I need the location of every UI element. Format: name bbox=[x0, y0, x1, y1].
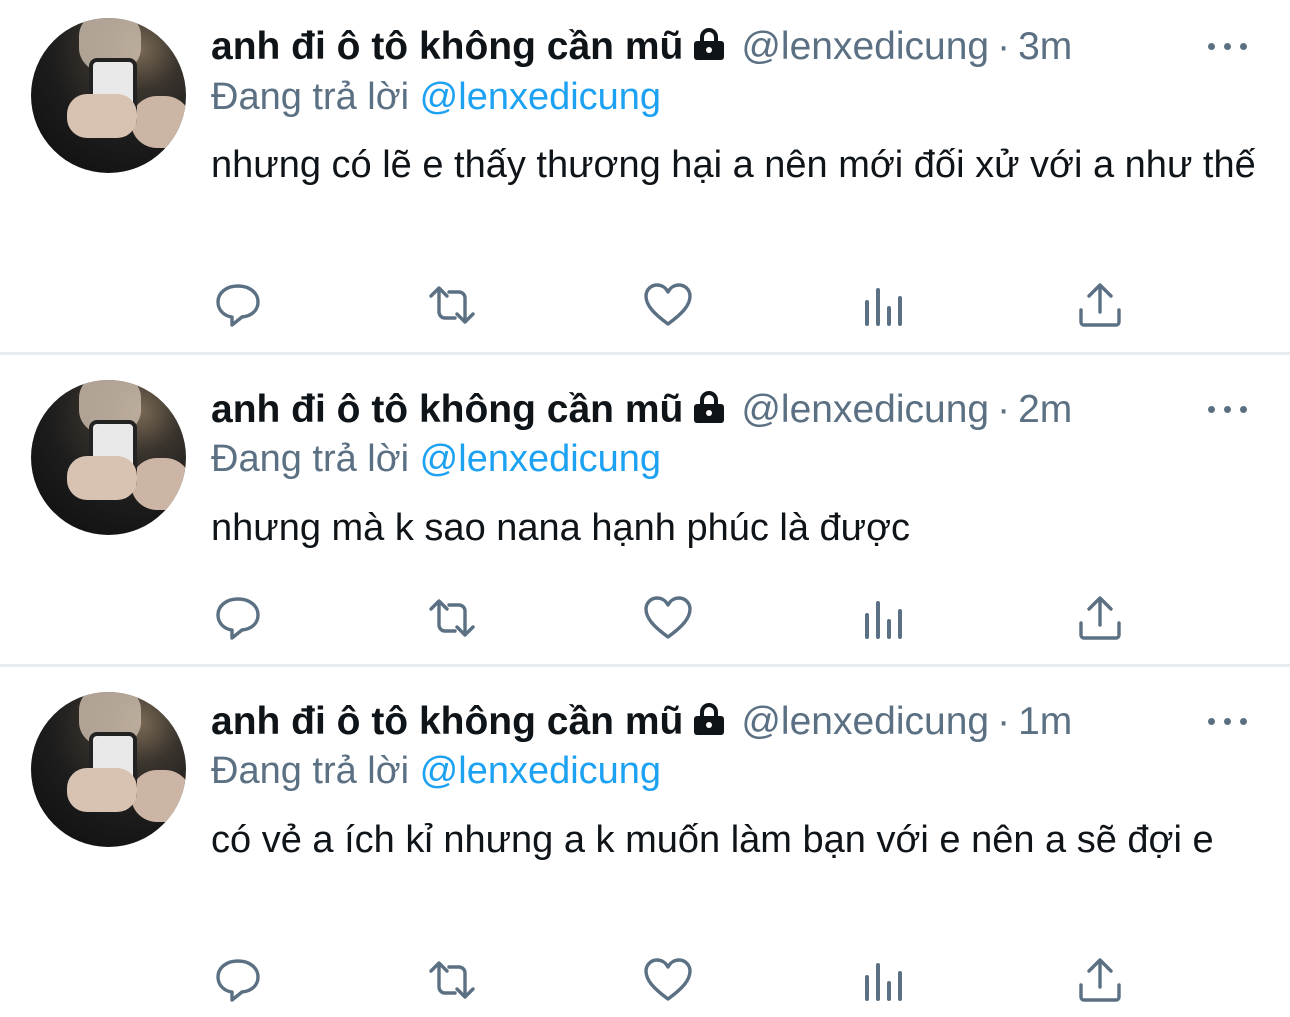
replying-to: Đang trả lời @lenxedicung bbox=[211, 746, 661, 796]
replying-label: Đang trả lời bbox=[211, 76, 410, 118]
more-icon[interactable] bbox=[1208, 712, 1248, 732]
reply-icon[interactable] bbox=[213, 957, 263, 1003]
analytics-icon[interactable] bbox=[859, 957, 909, 1003]
more-icon[interactable] bbox=[1208, 37, 1248, 57]
avatar[interactable] bbox=[31, 692, 186, 847]
lock-icon bbox=[691, 24, 727, 74]
heart-icon[interactable] bbox=[643, 595, 693, 641]
display-name[interactable]: anh đi ô tô không cần mũ bbox=[211, 700, 683, 743]
lock-icon bbox=[691, 387, 727, 437]
separator-dot: · bbox=[997, 25, 1011, 68]
tweet-text: có vẻ a ích kỉ nhưng a k muốn làm bạn vớ… bbox=[211, 819, 1214, 861]
separator-dot: · bbox=[997, 388, 1011, 431]
share-icon[interactable] bbox=[1075, 282, 1125, 328]
heart-icon[interactable] bbox=[643, 282, 693, 328]
retweet-icon[interactable] bbox=[427, 282, 477, 328]
share-icon[interactable] bbox=[1075, 595, 1125, 641]
reply-icon[interactable] bbox=[213, 595, 263, 641]
timestamp[interactable]: 1m bbox=[1018, 700, 1072, 743]
replying-to: Đang trả lời @lenxedicung bbox=[211, 434, 661, 484]
replying-label: Đang trả lời bbox=[211, 438, 410, 480]
separator-dot: · bbox=[997, 700, 1011, 743]
divider bbox=[0, 352, 1290, 355]
display-name[interactable]: anh đi ô tô không cần mũ bbox=[211, 388, 683, 431]
divider bbox=[0, 664, 1290, 667]
timestamp[interactable]: 2m bbox=[1018, 388, 1072, 431]
tweet-text: nhưng mà k sao nana hạnh phúc là được bbox=[211, 507, 911, 549]
analytics-icon[interactable] bbox=[859, 595, 909, 641]
avatar[interactable] bbox=[31, 18, 186, 173]
reply-icon[interactable] bbox=[213, 282, 263, 328]
mention-link[interactable]: @lenxedicung bbox=[420, 438, 661, 480]
user-handle[interactable]: @lenxedicung bbox=[741, 700, 989, 743]
action-bar bbox=[211, 282, 1131, 328]
action-bar bbox=[211, 957, 1131, 1003]
display-name[interactable]: anh đi ô tô không cần mũ bbox=[211, 25, 683, 68]
mention-link[interactable]: @lenxedicung bbox=[420, 750, 661, 792]
heart-icon[interactable] bbox=[643, 957, 693, 1003]
action-bar bbox=[211, 595, 1131, 641]
avatar[interactable] bbox=[31, 380, 186, 535]
mention-link[interactable]: @lenxedicung bbox=[420, 76, 661, 118]
lock-icon bbox=[691, 699, 727, 749]
replying-to: Đang trả lời @lenxedicung bbox=[211, 72, 661, 122]
retweet-icon[interactable] bbox=[427, 957, 477, 1003]
more-icon[interactable] bbox=[1208, 400, 1248, 420]
analytics-icon[interactable] bbox=[859, 282, 909, 328]
share-icon[interactable] bbox=[1075, 957, 1125, 1003]
user-handle[interactable]: @lenxedicung bbox=[741, 388, 989, 431]
replying-label: Đang trả lời bbox=[211, 750, 410, 792]
tweet-text: nhưng có lẽ e thấy thương hại a nên mới … bbox=[211, 144, 1256, 186]
retweet-icon[interactable] bbox=[427, 595, 477, 641]
user-handle[interactable]: @lenxedicung bbox=[741, 25, 989, 68]
timestamp[interactable]: 3m bbox=[1018, 25, 1072, 68]
